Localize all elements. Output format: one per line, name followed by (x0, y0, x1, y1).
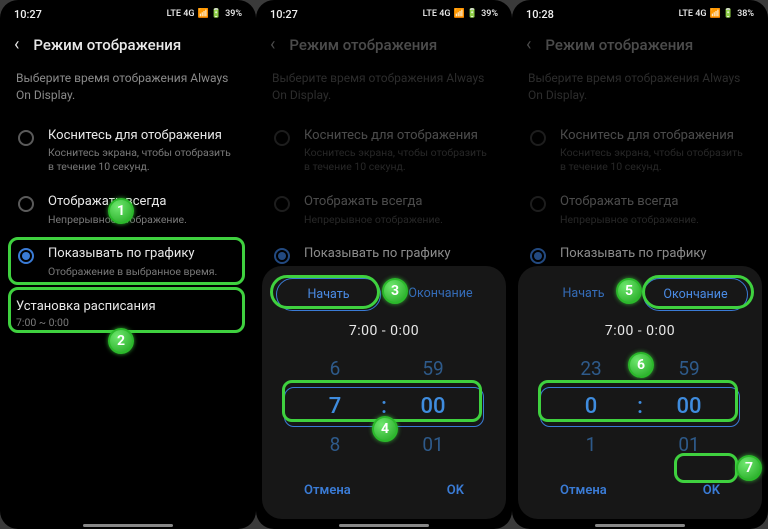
annotation-badge-3: 3 (382, 278, 408, 304)
ok-button[interactable]: OK (693, 477, 730, 504)
page-title: Режим отображения (33, 36, 181, 54)
annotation-badge-4: 4 (372, 416, 398, 442)
start-tab[interactable]: Начать (276, 278, 381, 311)
option-subtitle: Коснитесь экрана, чтобы отобразить в теч… (48, 146, 238, 173)
status-bar: 10:27 LTE 4G 📶 🔋39% (0, 0, 256, 28)
annotation-badge-2: 2 (108, 328, 134, 354)
cancel-button[interactable]: Отмена (550, 477, 617, 504)
back-icon[interactable]: ‹ (526, 36, 531, 54)
schedule-title: Установка расписания (16, 299, 240, 314)
radio-icon[interactable] (18, 196, 34, 212)
status-right: LTE 4G 📶 🔋39% (423, 9, 498, 19)
dialog-actions: Отмена OK (276, 467, 492, 504)
dialog-actions: Отмена OK (532, 467, 748, 504)
nav-bar (595, 524, 685, 527)
status-bar: 10:28 LTE 4G 📶 🔋38% (512, 0, 768, 28)
status-time: 10:27 (270, 8, 298, 21)
option-title: Коснитесь для отображения (48, 128, 238, 145)
schedule-range: 7:00 ~ 0:00 (16, 316, 240, 329)
status-right: LTE 4G 📶 🔋39% (167, 9, 242, 19)
status-bar: 10:27 LTE 4G 📶 🔋39% (256, 0, 512, 28)
end-tab[interactable]: Окончание (643, 278, 748, 311)
phone-screen-2: 10:27 LTE 4G 📶 🔋39% ‹Режим отображения В… (256, 0, 512, 529)
status-time: 10:28 (526, 8, 554, 21)
radio-icon[interactable] (18, 248, 34, 264)
option-subtitle: Непрерывное отображение. (48, 213, 238, 227)
option-subtitle: Отображение в выбранное время. (48, 265, 238, 279)
phone-screen-1: 10:27 LTE 4G 📶 🔋39% ‹ Режим отображения … (0, 0, 256, 529)
page-description: Выберите время отображения Always On Dis… (0, 64, 256, 118)
nav-bar (339, 524, 429, 527)
option-title: Показывать по графику (48, 246, 238, 263)
nav-bar (83, 524, 173, 527)
ok-button[interactable]: OK (437, 477, 474, 504)
phone-screen-3: 10:28 LTE 4G 📶 🔋38% ‹Режим отображения В… (512, 0, 768, 529)
status-right: LTE 4G 📶 🔋38% (679, 9, 754, 19)
time-range: 7:00 - 0:00 (532, 323, 748, 339)
option-title: Отображать всегда (48, 194, 238, 211)
option-schedule[interactable]: Показывать по графику Отображение в выбр… (2, 236, 254, 289)
radio-icon[interactable] (18, 130, 34, 146)
annotation-badge-1: 1 (108, 198, 134, 224)
option-tap[interactable]: Коснитесь для отображения Коснитесь экра… (2, 118, 254, 184)
cancel-button[interactable]: Отмена (294, 477, 361, 504)
annotation-badge-6: 6 (628, 352, 654, 378)
annotation-badge-7: 7 (736, 455, 762, 481)
back-icon[interactable]: ‹ (14, 36, 19, 54)
time-picker-sheet: Начать Окончание 7:00 - 0:00 2359 0:00 1… (518, 266, 762, 519)
time-picker-sheet: Начать Окончание 7:00 - 0:00 659 7:00 80… (262, 266, 506, 519)
time-picker[interactable]: 659 7:00 801 (278, 349, 490, 467)
screen-header: ‹ Режим отображения (0, 28, 256, 64)
annotation-badge-5: 5 (616, 278, 642, 304)
status-time: 10:27 (14, 8, 42, 21)
time-range: 7:00 - 0:00 (276, 323, 492, 339)
back-icon[interactable]: ‹ (270, 36, 275, 54)
